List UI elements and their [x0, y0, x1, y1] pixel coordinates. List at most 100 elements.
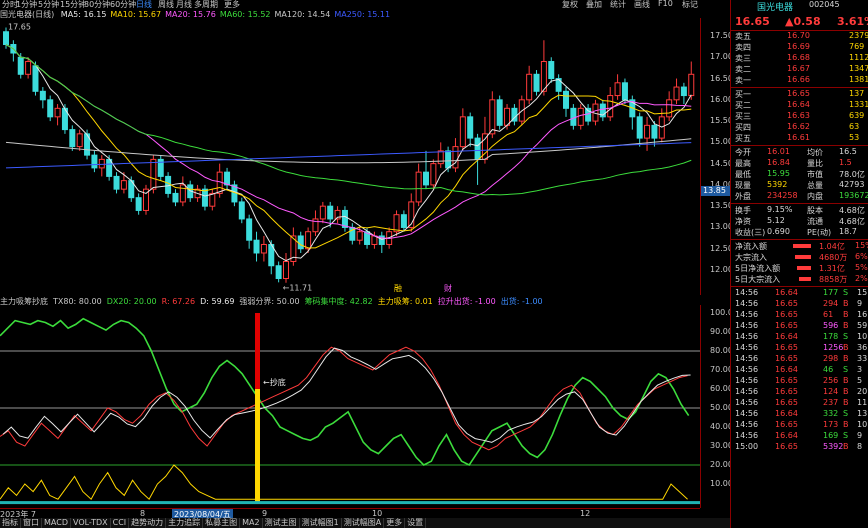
tick-row-cell: 5 — [857, 376, 863, 385]
indicator-tab-8[interactable]: MA2 — [240, 518, 263, 528]
flow-bar — [797, 266, 811, 270]
stat-row-cell: 4.68亿 — [839, 217, 865, 226]
bid-row-cell: 137 — [849, 89, 865, 98]
indicator-tab-13[interactable]: 设置 — [405, 518, 427, 528]
ask-row: 卖二 16.67 1347 — [731, 64, 868, 75]
flow-pct: 6% — [855, 252, 868, 261]
flow-row: 5日大宗流入 8858万 2% — [731, 274, 868, 285]
candle-body — [17, 56, 24, 75]
stat-row-cell: 0.690 — [767, 227, 790, 236]
stat-row-cell: 16.84 — [767, 158, 790, 167]
candle-body — [76, 133, 83, 148]
candle-body — [423, 171, 429, 186]
tick-row-cell: B — [843, 321, 849, 330]
tool-button-0[interactable]: 复权 — [562, 0, 578, 10]
tick-row-cell: 16.65 — [775, 376, 798, 385]
high-price-label: 17.65 — [8, 23, 31, 32]
bid-row: 买一 16.65 137 — [731, 89, 868, 100]
tick-row: 14:56 16.65 1256 B 36 — [731, 343, 868, 354]
flow-value: 8858万 — [819, 275, 848, 284]
tick-row-cell: 177 — [823, 288, 839, 297]
tool-button-2[interactable]: 统计 — [610, 0, 626, 10]
tick-row-cell: 178 — [823, 332, 839, 341]
tool-button-4[interactable]: F10 — [658, 0, 673, 8]
tick-row-cell: 14:56 — [735, 387, 759, 396]
candle-body — [47, 99, 54, 118]
signal-bar-yellow — [255, 389, 260, 503]
indicator-chart[interactable]: ←抄底 — [0, 305, 700, 508]
candle-body — [548, 61, 555, 80]
stat-row-cell: 量比 — [807, 159, 823, 168]
stat-row-cell: PE(动) — [807, 228, 832, 237]
tick-row-cell: 14:56 — [735, 409, 759, 418]
tick-row-cell: 16 — [857, 310, 868, 319]
price-change-pct: 3.61% — [837, 15, 868, 28]
stat-row-cell: 234258 — [767, 191, 798, 200]
candle-body — [224, 171, 231, 186]
bid-row-cell: 639 — [849, 111, 865, 120]
indicator-tab-2[interactable]: MACD — [42, 518, 71, 528]
indicator-tab-6[interactable]: 主力追踪 — [166, 518, 204, 528]
indicator-tab-4[interactable]: CCI — [111, 518, 130, 528]
tick-row: 14:56 16.65 596 B 59 — [731, 321, 868, 332]
tick-row: 14:56 16.64 177 S 15 — [731, 288, 868, 299]
candle-body — [283, 260, 289, 280]
bid-row-cell: 1331 — [849, 100, 868, 109]
tick-row-cell: 596 — [823, 321, 839, 330]
indicator-tab-5[interactable]: 趋势动力 — [129, 518, 167, 528]
tool-button-5[interactable]: 标记 — [682, 0, 698, 10]
bid-row-cell: 买二 — [735, 101, 751, 110]
candle-body — [3, 31, 9, 46]
tick-row-cell: 16.65 — [775, 354, 798, 363]
stat-row-cell: 最高 — [735, 159, 751, 168]
tick-row-cell: B — [843, 343, 849, 352]
stat-row: 换手 9.15% 股本 4.68亿 — [731, 205, 868, 216]
tick-row-cell: 16.64 — [775, 288, 798, 297]
indicator-tab-11[interactable]: 测试幅图A — [342, 518, 385, 528]
indicator-tab-10[interactable]: 测试幅图1 — [300, 518, 342, 528]
candle-body — [356, 231, 363, 241]
candle-body — [179, 184, 186, 203]
candle-body — [260, 243, 267, 254]
tick-row-cell: 16.65 — [775, 387, 798, 396]
tool-button-1[interactable]: 叠加 — [586, 0, 602, 10]
candle-body — [430, 163, 437, 186]
bid-row-cell: 买三 — [735, 112, 751, 121]
indicator-tab-12[interactable]: 更多 — [384, 518, 406, 528]
tick-row-cell: 169 — [823, 431, 839, 440]
tick-row: 14:56 16.65 61 B 16 — [731, 310, 868, 321]
candle-body — [533, 73, 540, 92]
candle-body — [474, 137, 481, 160]
candlestick-chart[interactable]: 17.65 ←11.71 融 财 — [0, 18, 700, 295]
flow-label: 大宗流入 — [735, 253, 767, 262]
indicator-axis: 100.0 90.00 80.00 70.00 60.00 50.00 40.00 30.00… — [700, 305, 733, 508]
tick-row-cell: 14:56 — [735, 310, 759, 319]
quote-header: 国光电器 002045 — [731, 0, 868, 13]
indicator-tab-3[interactable]: VOL-TDX — [71, 518, 111, 528]
ask-row-cell: 16.69 — [787, 42, 810, 51]
stock-code: 002045 — [809, 0, 840, 9]
indicator-tab-7[interactable]: 私募主图 — [203, 518, 241, 528]
tick-row-cell: 16.64 — [775, 409, 798, 418]
tick-row: 14:56 16.64 46 S 3 — [731, 365, 868, 376]
tick-row-cell: S — [843, 431, 849, 440]
baseline-band — [0, 501, 700, 505]
date-label: 12 — [580, 509, 591, 518]
tick-row-cell: B — [843, 442, 849, 451]
bid-row-cell: 16.63 — [787, 111, 810, 120]
bid-row-cell: 买一 — [735, 90, 751, 99]
indicator-tab-1[interactable]: 窗口 — [21, 518, 42, 528]
indicator-tab-0[interactable]: 指标 — [0, 518, 21, 528]
ask-row-cell: 769 — [849, 42, 865, 51]
ask-row-cell: 16.66 — [787, 75, 810, 84]
indicator-tab-9[interactable]: 测试主图 — [263, 518, 300, 528]
ask-row-cell: 2379 — [849, 31, 868, 40]
d-line — [2, 347, 691, 443]
r-line — [0, 346, 688, 451]
tool-button-3[interactable]: 画线 — [634, 0, 650, 10]
bid-row: 买三 16.63 639 — [731, 111, 868, 122]
candle-body — [297, 235, 304, 250]
ma20-line — [5, 44, 692, 240]
ask-row-cell: 16.70 — [787, 31, 810, 40]
tick-row: 14:56 16.65 124 B 20 — [731, 387, 868, 398]
